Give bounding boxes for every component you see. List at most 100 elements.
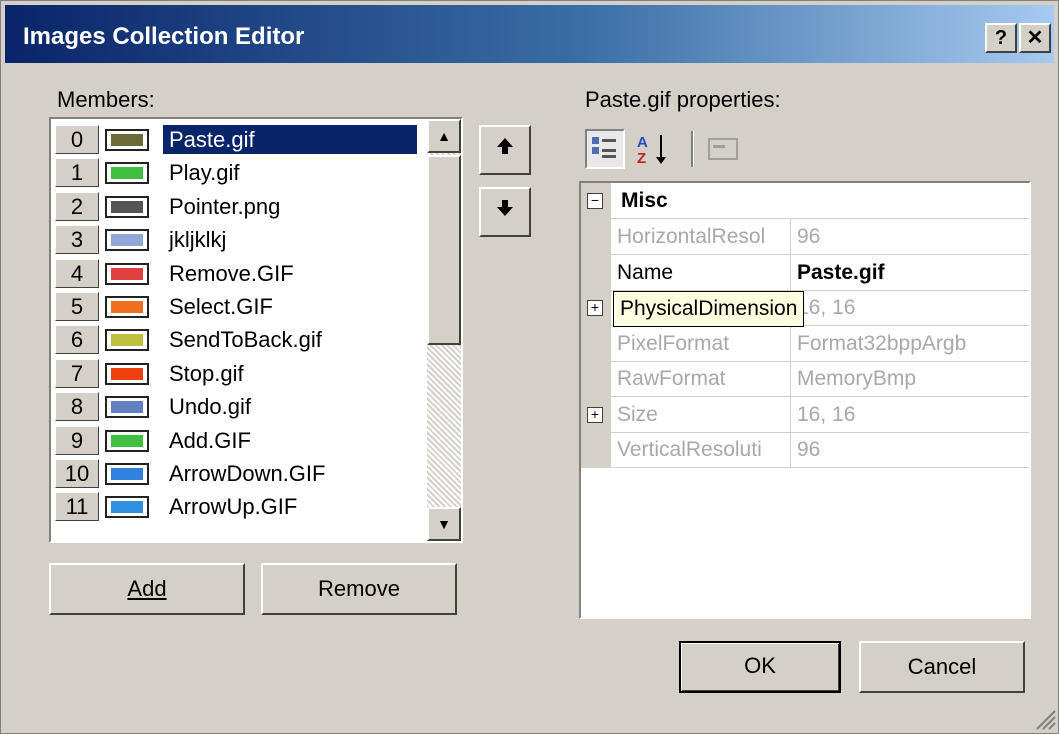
list-item[interactable]: 3 jkljklkj bbox=[51, 223, 427, 256]
list-item[interactable]: 10 ArrowDown.GIF bbox=[51, 457, 427, 490]
close-button[interactable]: ✕ bbox=[1019, 23, 1051, 53]
image-thumbnail-icon bbox=[105, 463, 149, 485]
scroll-down-button[interactable]: ▼ bbox=[427, 507, 461, 541]
item-filename: Undo.gif bbox=[169, 394, 251, 420]
categorized-button[interactable] bbox=[585, 129, 625, 169]
alphabetical-icon: A Z bbox=[637, 134, 666, 167]
help-button[interactable]: ? bbox=[985, 23, 1017, 53]
item-filename: Remove.GIF bbox=[169, 260, 294, 286]
image-thumbnail-icon bbox=[105, 329, 149, 352]
list-item[interactable]: 2 Pointer.png bbox=[51, 190, 427, 223]
property-value[interactable]: Paste.gif bbox=[797, 255, 885, 290]
list-item[interactable]: 8 Undo.gif bbox=[51, 390, 427, 423]
property-value[interactable]: 96 bbox=[797, 219, 820, 254]
image-thumbnail-icon bbox=[105, 162, 149, 185]
move-down-button[interactable] bbox=[479, 187, 531, 237]
item-index: 1 bbox=[55, 158, 99, 188]
title-bar[interactable]: Images Collection Editor ? ✕ bbox=[5, 5, 1054, 63]
property-value[interactable]: MemoryBmp bbox=[797, 361, 916, 396]
property-row[interactable]: PixelFormat Format32bppArgb bbox=[581, 325, 1029, 362]
svg-text:Z: Z bbox=[637, 150, 646, 167]
size-grip-icon[interactable] bbox=[1031, 705, 1057, 731]
item-index: 8 bbox=[55, 392, 99, 422]
property-row[interactable]: HorizontalResol 96 bbox=[581, 219, 1029, 255]
item-index: 11 bbox=[55, 492, 99, 522]
image-thumbnail-icon bbox=[105, 195, 149, 218]
property-value[interactable]: Format32bppArgb bbox=[797, 326, 966, 361]
list-item[interactable]: 6 SendToBack.gif bbox=[51, 323, 427, 356]
remove-button-label: Remove bbox=[318, 576, 400, 601]
category-row-misc[interactable]: − Misc bbox=[581, 183, 1029, 219]
image-thumbnail-icon bbox=[105, 396, 149, 419]
thumbnail-fill bbox=[111, 134, 143, 146]
list-item[interactable]: 5 Select.GIF bbox=[51, 290, 427, 323]
property-name: PixelFormat bbox=[617, 325, 791, 361]
cancel-button[interactable]: Cancel bbox=[859, 641, 1025, 693]
property-name: VerticalResoluti bbox=[617, 432, 791, 467]
move-up-button[interactable] bbox=[479, 125, 531, 175]
members-label: Members: bbox=[57, 87, 155, 112]
item-index: 5 bbox=[55, 292, 99, 321]
thumbnail-fill bbox=[111, 367, 143, 380]
row-gutter bbox=[581, 361, 611, 397]
item-filename: Paste.gif bbox=[163, 125, 417, 154]
thumbnail-fill bbox=[111, 167, 143, 180]
item-index: 0 bbox=[55, 125, 99, 154]
row-gutter bbox=[581, 432, 611, 468]
property-name: Name bbox=[617, 254, 791, 290]
list-item[interactable]: 1 Play.gif bbox=[51, 156, 427, 189]
image-thumbnail-icon bbox=[105, 429, 149, 452]
remove-button[interactable]: Remove bbox=[261, 563, 457, 615]
scroll-up-button[interactable]: ▲ bbox=[427, 119, 461, 153]
list-item[interactable]: 11 ArrowUp.GIF bbox=[51, 490, 427, 523]
property-pages-button[interactable] bbox=[703, 129, 743, 169]
help-icon: ? bbox=[994, 27, 1008, 49]
scrollbar-thumb[interactable] bbox=[427, 155, 461, 345]
property-pages-icon bbox=[708, 138, 738, 160]
row-gutter bbox=[581, 254, 611, 291]
property-value[interactable]: 16, 16 bbox=[797, 290, 855, 325]
expand-icon[interactable]: + bbox=[587, 406, 603, 423]
property-row[interactable]: RawFormat MemoryBmp bbox=[581, 361, 1029, 397]
image-thumbnail-icon bbox=[105, 262, 149, 285]
ok-button[interactable]: OK bbox=[679, 641, 841, 693]
add-button[interactable]: Add bbox=[49, 563, 245, 615]
item-index: 7 bbox=[55, 358, 99, 388]
item-index: 10 bbox=[55, 459, 99, 488]
property-value[interactable]: 96 bbox=[797, 432, 820, 467]
property-grid[interactable]: − Misc HorizontalResol96NamePaste.gif + Ph… bbox=[579, 181, 1031, 619]
members-list[interactable]: 0 Paste.gif 1 Play.gif 2 Pointer.png 3 jkljklkj… bbox=[49, 117, 463, 543]
ok-button-label: OK bbox=[744, 653, 776, 678]
categorized-icon bbox=[592, 137, 616, 158]
list-item[interactable]: 9 Add.GIF bbox=[51, 424, 427, 457]
thumbnail-fill bbox=[111, 301, 143, 313]
image-thumbnail-icon bbox=[105, 496, 149, 519]
item-filename: ArrowDown.GIF bbox=[169, 461, 326, 486]
property-row[interactable]: VerticalResoluti 96 bbox=[581, 432, 1029, 468]
item-index: 6 bbox=[55, 325, 99, 355]
image-thumbnail-icon bbox=[105, 229, 149, 252]
thumbnail-fill bbox=[111, 267, 143, 280]
scroll-up-icon: ▲ bbox=[437, 128, 451, 144]
thumbnail-fill bbox=[111, 401, 143, 414]
property-tooltip: PhysicalDimension bbox=[613, 291, 805, 327]
members-scrollbar[interactable]: ▲ ▼ bbox=[427, 119, 461, 541]
alphabetical-button[interactable]: A Z bbox=[633, 129, 673, 169]
category-label: Misc bbox=[621, 189, 668, 212]
list-item[interactable]: 4 Remove.GIF bbox=[51, 257, 427, 290]
thumbnail-fill bbox=[111, 334, 143, 347]
list-item[interactable]: 0 Paste.gif bbox=[51, 123, 427, 156]
property-value[interactable]: 16, 16 bbox=[797, 397, 855, 432]
item-filename: Pointer.png bbox=[169, 193, 281, 219]
property-row[interactable]: + Size 16, 16 bbox=[581, 396, 1029, 433]
list-item[interactable]: 7 Stop.gif bbox=[51, 357, 427, 390]
arrow-down-icon bbox=[496, 198, 514, 223]
item-filename: Add.GIF bbox=[169, 427, 251, 453]
property-row[interactable]: Name Paste.gif bbox=[581, 254, 1029, 291]
close-icon: ✕ bbox=[1026, 27, 1044, 49]
image-thumbnail-icon bbox=[105, 362, 149, 385]
collapse-icon[interactable]: − bbox=[587, 193, 603, 209]
thumbnail-fill bbox=[111, 468, 143, 480]
expand-icon[interactable]: + bbox=[587, 300, 603, 316]
toolbar-separator bbox=[691, 131, 694, 167]
